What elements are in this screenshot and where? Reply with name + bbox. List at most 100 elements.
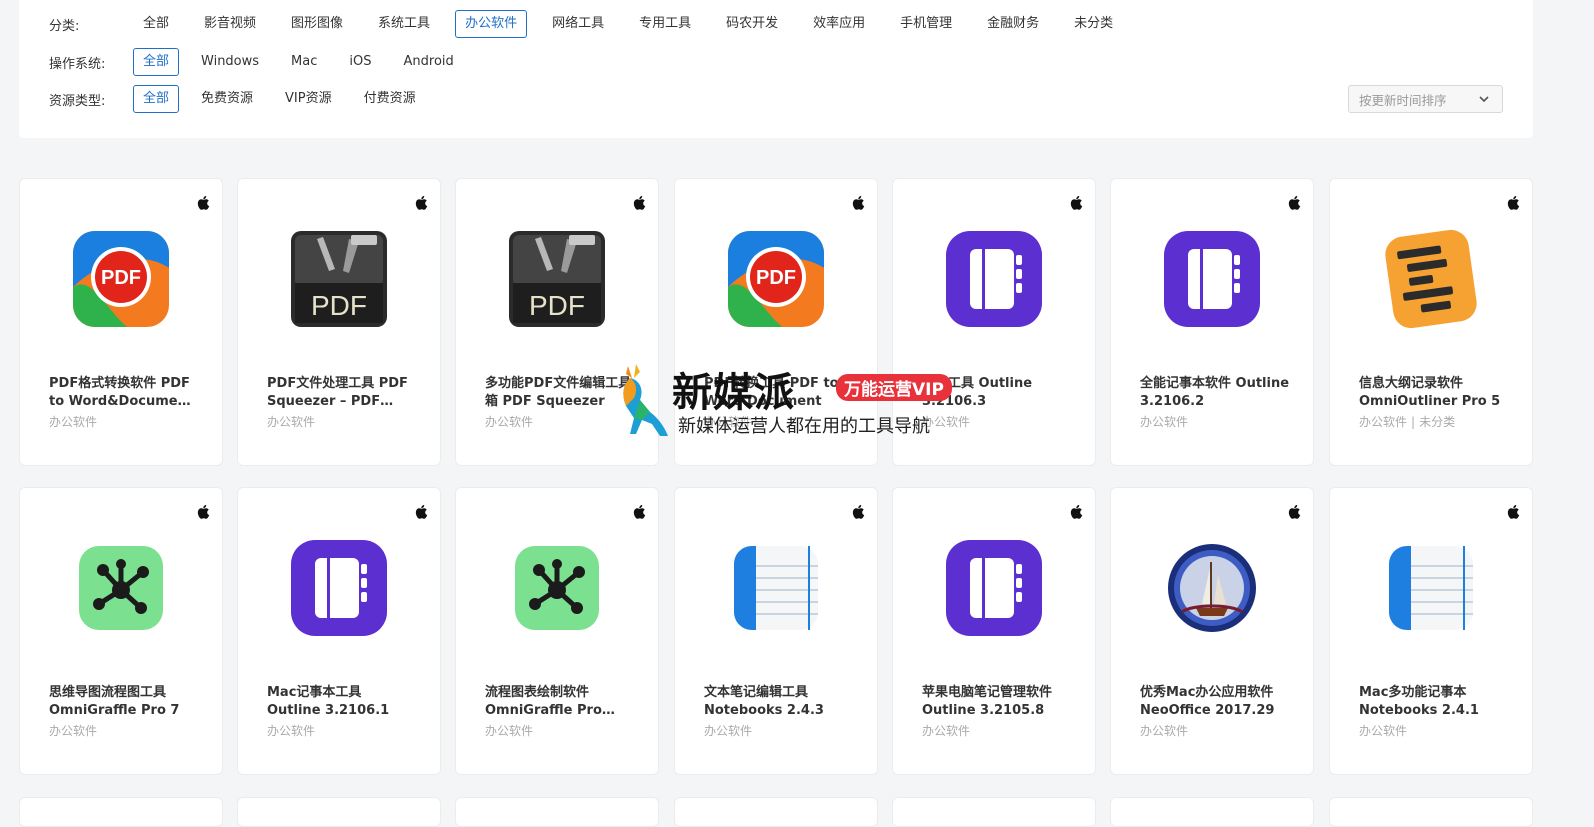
software-card[interactable]: 全能记事本软件 Outline 3.2106.2 办公软件 <box>1110 178 1314 466</box>
card-tags: 办公软件 <box>704 722 752 739</box>
card-title[interactable]: 全能记事本软件 Outline 3.2106.2 <box>1140 375 1290 411</box>
software-card[interactable]: 笔记工具 Outline 3.2106.3 办公软件 <box>892 178 1096 466</box>
card-title[interactable]: 流程图表绘制软件 OmniGraffle Pro 7.19 <box>485 684 635 720</box>
sort-select[interactable]: 按更新时间排序 <box>1348 85 1503 113</box>
apple-icon <box>1506 503 1522 521</box>
card-title[interactable]: PDF文件处理工具 PDF Squeezer – PDF Compressor <box>267 375 417 411</box>
software-card[interactable]: 信息大纲记录软件 OmniOutliner Pro 5 办公软件 | 未分类 <box>1329 178 1533 466</box>
card-tag[interactable]: 办公软件 <box>1359 724 1407 738</box>
apple-icon <box>851 503 867 521</box>
pdf-squeezer-icon[interactable]: PDF <box>289 229 389 329</box>
card-title[interactable]: 优秀Mac办公应用软件 NeoOffice 2017.29 <box>1140 684 1290 720</box>
software-card[interactable]: 思维导图流程图工具 OmniGraffle Pro 7 办公软件 <box>19 487 223 775</box>
filter-option-category-1[interactable]: 影音视频 <box>194 10 266 38</box>
neooffice-icon[interactable] <box>1162 538 1262 638</box>
card-title[interactable]: PDF格式转换软件 PDF to Word&Document Converter <box>49 375 199 411</box>
card-tag[interactable]: 办公软件 <box>704 724 752 738</box>
card-tag[interactable]: 办公软件 <box>922 724 970 738</box>
card-title[interactable]: 笔记工具 Outline 3.2106.3 <box>922 375 1072 411</box>
card-tag[interactable]: 办公软件 <box>267 415 315 429</box>
filter-option-category-0[interactable]: 全部 <box>133 10 179 38</box>
resource-type-options: 全部 免费资源 VIP资源 付费资源 <box>133 85 438 113</box>
card-tag[interactable]: 办公软件 <box>485 724 533 738</box>
card-title[interactable]: 文本笔记编辑工具 Notebooks 2.4.3 <box>704 684 854 720</box>
card-tags: 办公软件 <box>485 413 533 430</box>
omnioutliner-icon[interactable] <box>1381 229 1481 329</box>
outline-notebook-icon[interactable] <box>289 538 389 638</box>
software-card[interactable]: Mac多功能记事本 Notebooks 2.4.1 办公软件 <box>1329 487 1533 775</box>
filter-option-os-2[interactable]: Mac <box>281 48 327 76</box>
filter-option-category-8[interactable]: 效率应用 <box>803 10 875 38</box>
pdf-squeezer-icon[interactable]: PDF <box>507 229 607 329</box>
card-tag[interactable]: 未分类 <box>1419 415 1455 429</box>
card-tag[interactable]: 办公软件 <box>49 724 97 738</box>
card-title[interactable]: Mac多功能记事本 Notebooks 2.4.1 <box>1359 684 1509 720</box>
card-title[interactable]: 苹果电脑笔记管理软件 Outline 3.2105.8 <box>922 684 1072 720</box>
filter-option-os-1[interactable]: Windows <box>191 48 269 76</box>
filter-option-resource_type-2[interactable]: VIP资源 <box>275 85 342 113</box>
notebooks-icon[interactable] <box>1381 538 1481 638</box>
card-tag[interactable]: 办公软件 <box>1359 415 1407 429</box>
card-title[interactable]: 思维导图流程图工具 OmniGraffle Pro 7 <box>49 684 199 720</box>
apple-icon <box>1506 194 1522 212</box>
apple-icon <box>1287 194 1303 212</box>
software-card[interactable]: Mac记事本工具 Outline 3.2106.1 办公软件 <box>237 487 441 775</box>
sort-select-value: 按更新时间排序 <box>1359 92 1447 108</box>
apple-icon <box>1287 503 1303 521</box>
filter-option-category-2[interactable]: 图形图像 <box>281 10 353 38</box>
card-tag[interactable]: 办公软件 <box>1140 724 1188 738</box>
card-tag[interactable]: 办公软件 <box>267 724 315 738</box>
filter-option-category-9[interactable]: 手机管理 <box>890 10 962 38</box>
card-tag[interactable]: 办公软件 <box>704 415 752 429</box>
card-tag[interactable]: 办公软件 <box>49 415 97 429</box>
software-card[interactable]: PDF PDF文件处理工具 PDF Squeezer – PDF Compres… <box>237 178 441 466</box>
outline-notebook-icon[interactable] <box>944 229 1044 329</box>
filter-option-category-4[interactable]: 办公软件 <box>455 10 528 38</box>
software-card[interactable]: 苹果电脑笔记管理软件 Outline 3.2105.8 办公软件 <box>892 487 1096 775</box>
filter-option-os-0[interactable]: 全部 <box>133 48 180 76</box>
card-title[interactable]: PDF转换工具 PDF to Word Document <box>704 375 854 411</box>
svg-text:PDF: PDF <box>101 267 141 289</box>
card-tags: 办公软件 <box>267 413 315 430</box>
card-tag[interactable]: 办公软件 <box>1140 415 1188 429</box>
filter-label-category: 分类: <box>49 18 80 34</box>
filter-option-category-6[interactable]: 专用工具 <box>629 10 701 38</box>
software-card[interactable]: 文本笔记编辑工具 Notebooks 2.4.3 办公软件 <box>674 487 878 775</box>
pdf-converter-icon[interactable]: PDF <box>726 229 826 329</box>
software-card[interactable]: PDF PDF转换工具 PDF to Word Document 办公软件 <box>674 178 878 466</box>
filter-option-os-3[interactable]: iOS <box>339 48 381 76</box>
card-partial <box>1110 797 1314 827</box>
tag-separator: | <box>1411 415 1416 429</box>
software-card[interactable]: PDF 多功能PDF文件编辑工具箱 PDF Squeezer 办公软件 <box>455 178 659 466</box>
software-card[interactable]: 优秀Mac办公应用软件 NeoOffice 2017.29 办公软件 <box>1110 487 1314 775</box>
filter-option-os-4[interactable]: Android <box>394 48 464 76</box>
apple-icon <box>414 503 430 521</box>
apple-icon <box>1069 503 1085 521</box>
card-tags: 办公软件 <box>922 413 970 430</box>
notebooks-icon[interactable] <box>726 538 826 638</box>
outline-notebook-icon[interactable] <box>1162 229 1262 329</box>
apple-icon <box>414 194 430 212</box>
filter-option-resource_type-0[interactable]: 全部 <box>133 85 180 113</box>
card-title[interactable]: 多功能PDF文件编辑工具箱 PDF Squeezer <box>485 375 635 411</box>
card-tags: 办公软件 <box>485 722 533 739</box>
filter-option-resource_type-1[interactable]: 免费资源 <box>191 85 263 113</box>
outline-notebook-icon[interactable] <box>944 538 1044 638</box>
card-tag[interactable]: 办公软件 <box>922 415 970 429</box>
filter-option-resource_type-3[interactable]: 付费资源 <box>354 85 426 113</box>
card-title[interactable]: 信息大纲记录软件 OmniOutliner Pro 5 <box>1359 375 1509 411</box>
filter-option-category-3[interactable]: 系统工具 <box>368 10 440 38</box>
filter-option-category-5[interactable]: 网络工具 <box>542 10 614 38</box>
software-card[interactable]: PDF PDF格式转换软件 PDF to Word&Document Conve… <box>19 178 223 466</box>
apple-icon <box>1069 194 1085 212</box>
pdf-converter-icon[interactable]: PDF <box>71 229 171 329</box>
filter-option-category-10[interactable]: 金融财务 <box>977 10 1049 38</box>
filter-option-category-7[interactable]: 码农开发 <box>716 10 788 38</box>
omnigraffle-icon[interactable] <box>507 538 607 638</box>
card-title[interactable]: Mac记事本工具 Outline 3.2106.1 <box>267 684 417 720</box>
software-card[interactable]: 流程图表绘制软件 OmniGraffle Pro 7.19 办公软件 <box>455 487 659 775</box>
filter-option-category-11[interactable]: 未分类 <box>1064 10 1123 38</box>
omnigraffle-icon[interactable] <box>71 538 171 638</box>
card-partial <box>1329 797 1533 827</box>
card-tag[interactable]: 办公软件 <box>485 415 533 429</box>
